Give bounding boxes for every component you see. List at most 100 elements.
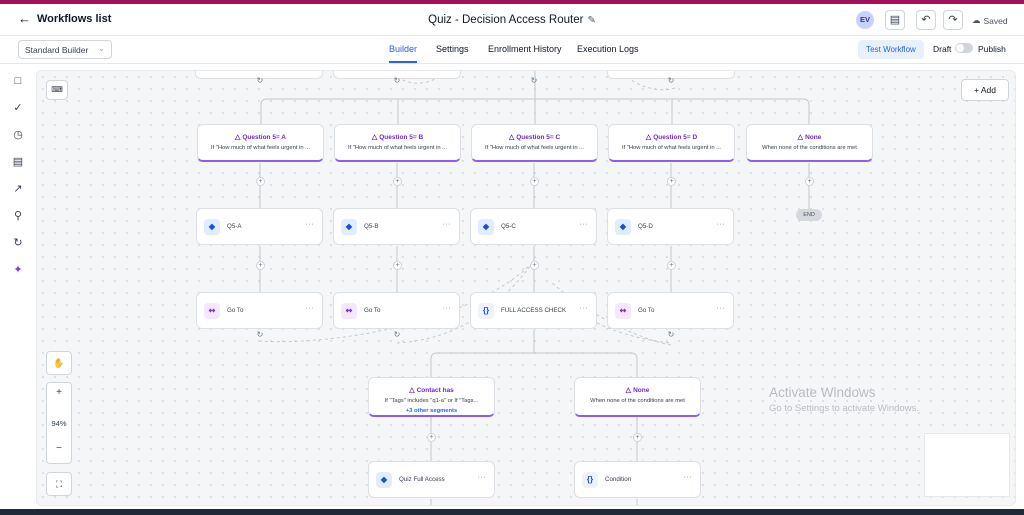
plus-icon: + (974, 85, 979, 95)
branch-title: △ None (575, 386, 700, 394)
tag-action-node[interactable]: ◆ Q5-B ··· (333, 208, 460, 245)
pan-hand-button[interactable]: ✋ (46, 351, 72, 375)
branch-node-contact-has[interactable]: △ Contact has If "Tags" includes "q1-a" o… (368, 377, 495, 417)
condition-node[interactable]: {} Condition ··· (574, 461, 701, 498)
zoom-out-button[interactable]: − (46, 443, 72, 454)
action-label: FULL ACCESS CHECK (501, 307, 567, 314)
tag-icon: ◆ (204, 219, 220, 235)
add-step-plus[interactable]: + (393, 177, 402, 186)
quiz-full-access-node[interactable]: ◆ Quiz Full Access ··· (368, 461, 495, 498)
add-step-plus[interactable]: + (256, 177, 265, 186)
more-options-icon[interactable]: ··· (684, 474, 693, 481)
workflow-canvas[interactable]: ↻ ↻ ↻ ↻ ⌨ + Add △ Question 5= A If "How m… (36, 70, 1016, 506)
builder-type-select[interactable]: Standard Builder ⌄ (18, 40, 112, 59)
link-icon[interactable]: ↻ (666, 330, 676, 340)
branch-description: When none of the conditions are met (590, 398, 685, 404)
undo-button[interactable]: ↶ (916, 10, 936, 30)
branch-icon: △ (625, 387, 632, 394)
end-marker: END (796, 209, 822, 221)
add-step-plus[interactable]: + (256, 261, 265, 270)
keyboard-shortcuts-button[interactable]: ⌨ (46, 80, 68, 100)
add-step-plus[interactable]: + (530, 261, 539, 270)
link-icon[interactable]: ↻ (255, 76, 265, 86)
tab-builder[interactable]: Builder (389, 44, 417, 54)
branch-title-text: Contact has (416, 387, 454, 394)
workflow-sparkle-icon[interactable]: ✦ (11, 263, 25, 277)
search-icon[interactable]: ⚲ (11, 209, 25, 223)
full-access-check-node[interactable]: {} FULL ACCESS CHECK ··· (470, 292, 597, 329)
clock-icon[interactable]: ◷ (11, 128, 25, 142)
branch-node-none[interactable]: △ None When none of the conditions are me… (746, 124, 873, 162)
saved-label: Saved (983, 15, 1008, 26)
add-step-plus[interactable]: + (393, 261, 402, 270)
goto-action-node[interactable]: ↭ Go To ··· (196, 292, 323, 329)
tag-action-node[interactable]: ◆ Q5-D ··· (607, 208, 734, 245)
windows-activation-watermark: Activate Windows Go to Settings to activ… (769, 385, 979, 414)
branch-title-text: Question 5= A (242, 134, 287, 141)
branch-node-q5-c[interactable]: △ Question 5= C If "How much of what feel… (471, 124, 598, 162)
branch-node-q5-d[interactable]: △ Question 5= D If "How much of what feel… (608, 124, 735, 162)
more-options-icon[interactable]: ··· (580, 305, 589, 312)
link-icon[interactable]: ↻ (392, 76, 402, 86)
add-step-plus[interactable]: + (427, 433, 436, 442)
add-button[interactable]: + Add (961, 79, 1009, 101)
tag-icon: ◆ (615, 219, 631, 235)
file-icon[interactable]: ▤ (11, 155, 25, 169)
branch-description: If "How much of what feels urgent in ... (621, 145, 722, 151)
link-icon[interactable]: ↻ (529, 76, 539, 86)
tab-execution-logs[interactable]: Execution Logs (577, 44, 639, 54)
more-options-icon[interactable]: ··· (443, 221, 452, 228)
keyboard-icon: ⌨ (51, 85, 63, 94)
branch-description: If "How much of what feels urgent in ... (347, 145, 448, 151)
more-options-icon[interactable]: ··· (717, 305, 726, 312)
fit-view-button[interactable]: ⛶ (46, 472, 72, 496)
link-icon[interactable]: ↻ (255, 330, 265, 340)
branch-node-none-2[interactable]: △ None When none of the conditions are me… (574, 377, 701, 417)
link-icon[interactable]: ↻ (666, 76, 676, 86)
more-options-icon[interactable]: ··· (443, 305, 452, 312)
branch-title-text: None (633, 387, 650, 394)
chat-icon[interactable]: □ (11, 74, 25, 88)
add-step-plus[interactable]: + (530, 177, 539, 186)
check-circle-icon[interactable]: ✓ (11, 101, 25, 115)
zoom-in-button[interactable]: + (46, 387, 72, 401)
branch-title: △ Contact has (369, 386, 494, 394)
pencil-icon[interactable]: ✎ (587, 15, 595, 26)
taskbar-edge (0, 509, 1024, 515)
external-link-icon[interactable]: ↗ (11, 182, 25, 196)
goto-action-node[interactable]: ↭ Go To ··· (607, 292, 734, 329)
active-tab-indicator (389, 61, 417, 63)
overlay-image (924, 433, 1010, 497)
tab-settings[interactable]: Settings (436, 44, 469, 54)
tag-action-node[interactable]: ◆ Q5-A ··· (196, 208, 323, 245)
tab-enrollment-history[interactable]: Enrollment History (488, 44, 562, 54)
goto-action-node[interactable]: ↭ Go To ··· (333, 292, 460, 329)
more-options-icon[interactable]: ··· (717, 221, 726, 228)
action-label: Go To (227, 307, 244, 314)
action-label: Condition (605, 476, 632, 483)
other-segments-link[interactable]: +3 other segments (369, 408, 494, 414)
expand-icon: ⛶ (55, 479, 63, 489)
notes-button[interactable]: ▤ (885, 10, 905, 30)
branch-node-q5-a[interactable]: △ Question 5= A If "How much of what feel… (197, 124, 324, 162)
chevron-down-icon: ⌄ (98, 44, 105, 53)
branch-node-q5-b[interactable]: △ Question 5= B If "How much of what feel… (334, 124, 461, 162)
branch-title-text: Question 5= B (379, 134, 424, 141)
add-step-plus[interactable]: + (667, 261, 676, 270)
more-options-icon[interactable]: ··· (580, 221, 589, 228)
add-step-plus[interactable]: + (805, 177, 814, 186)
more-options-icon[interactable]: ··· (478, 474, 487, 481)
history-icon[interactable]: ↻ (11, 236, 25, 250)
add-step-plus[interactable]: + (667, 177, 676, 186)
tag-action-node[interactable]: ◆ Q5-C ··· (470, 208, 597, 245)
add-step-plus[interactable]: + (633, 433, 642, 442)
link-icon[interactable]: ↻ (392, 330, 402, 340)
test-workflow-button[interactable]: Test Workflow (858, 40, 924, 59)
action-label: Quiz Full Access (399, 476, 445, 483)
publish-toggle[interactable] (955, 43, 973, 53)
avatar[interactable]: EV (856, 11, 874, 29)
redo-button[interactable]: ↷ (943, 10, 963, 30)
publish-label: Publish (978, 44, 1006, 54)
more-options-icon[interactable]: ··· (306, 305, 315, 312)
more-options-icon[interactable]: ··· (306, 221, 315, 228)
